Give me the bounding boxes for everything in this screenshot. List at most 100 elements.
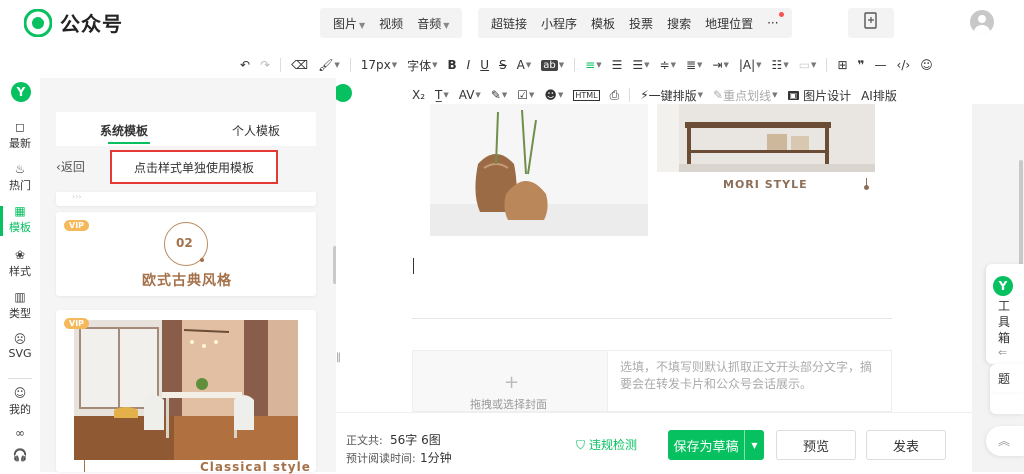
sub-tab-underline bbox=[108, 142, 150, 144]
rail-item-more[interactable]: ∞ bbox=[0, 426, 40, 441]
preview-button[interactable]: 预览 bbox=[776, 430, 856, 460]
y-logo-icon[interactable]: Y bbox=[11, 82, 31, 102]
underline-icon[interactable]: U bbox=[480, 58, 489, 72]
html-icon[interactable]: HTML bbox=[573, 89, 600, 101]
flame-icon: ♨ bbox=[14, 162, 26, 176]
headset-icon: 🎧 bbox=[12, 448, 28, 462]
hr-icon[interactable]: — bbox=[875, 58, 887, 72]
rail-item-mine[interactable]: ☺ 我的 bbox=[0, 386, 40, 417]
eraser-icon[interactable]: ⌫ bbox=[291, 58, 308, 72]
toolbar-divider bbox=[826, 58, 828, 72]
template-card-partial[interactable]: ››› bbox=[56, 192, 316, 206]
avatar[interactable] bbox=[970, 10, 994, 34]
insert-audio-menu[interactable]: 音频 ▼ bbox=[410, 15, 456, 32]
font-color-icon[interactable]: A ▼ bbox=[517, 58, 532, 72]
ai-layout-button[interactable]: AI排版 bbox=[861, 87, 897, 104]
comment-icon: ◻ bbox=[15, 120, 25, 134]
side-button-extra[interactable] bbox=[990, 394, 1024, 414]
font-family-select[interactable]: 字体 ▼ bbox=[407, 57, 437, 74]
rail-item-support[interactable]: 🎧 bbox=[0, 448, 40, 463]
arrow-left-icon[interactable]: ⇐ bbox=[998, 346, 1007, 359]
rail-item-templates[interactable]: ▦ 模板 bbox=[0, 204, 40, 235]
list-icon[interactable]: ☷ ▼ bbox=[772, 58, 789, 72]
chevron-double-up-icon: ︽ bbox=[998, 434, 1011, 448]
template-icon: ▦ bbox=[14, 204, 26, 218]
card-mark: ››› bbox=[72, 192, 82, 201]
one-click-layout-button[interactable]: ⚡ 一键排版 ▼ bbox=[640, 87, 703, 104]
letter-spacing-icon[interactable]: |A| ▼ bbox=[739, 58, 762, 72]
image-icon: ▣ bbox=[787, 90, 800, 100]
line-height-icon[interactable]: ≑ ▼ bbox=[660, 58, 676, 72]
rail-item-latest[interactable]: ◻ 最新 bbox=[0, 120, 40, 151]
justify-icon[interactable]: ☰ ▼ bbox=[632, 58, 649, 72]
indent-more-icon[interactable]: ⇥ ▼ bbox=[712, 58, 728, 72]
rail-item-styles[interactable]: ❀ 样式 bbox=[0, 248, 40, 279]
font-size-select[interactable]: 17px ▼ bbox=[361, 58, 397, 72]
insert-search-button[interactable]: 搜索 bbox=[660, 15, 698, 32]
image-design-button[interactable]: ▣ 图片设计 bbox=[787, 87, 851, 104]
vip-badge: VIP bbox=[64, 220, 90, 231]
chevron-down-icon[interactable]: ▼ bbox=[744, 430, 764, 460]
summary-input[interactable]: 选填，不填写则默认抓取正文开头部分文字，摘要会在转发卡片和公众号会话展示。 bbox=[608, 350, 892, 412]
topic-button[interactable]: 题 bbox=[990, 364, 1024, 394]
more-icon: ∞ bbox=[15, 426, 25, 440]
violation-check-button[interactable]: ⛉ 违规检测 bbox=[576, 436, 637, 453]
word-count-label: 正文共: bbox=[346, 434, 383, 447]
undo-icon[interactable]: ↶ bbox=[240, 58, 250, 72]
insert-vote-button[interactable]: 投票 bbox=[622, 15, 660, 32]
checkbox-icon[interactable]: ☑ ▼ bbox=[517, 88, 534, 102]
more-menu-button[interactable]: ··· bbox=[760, 12, 785, 30]
bold-icon[interactable]: B bbox=[448, 58, 457, 72]
code-icon[interactable]: ‹/› bbox=[897, 58, 911, 72]
text-shadow-icon[interactable]: T̲ ▼ bbox=[435, 88, 449, 102]
italic-icon[interactable]: I bbox=[467, 58, 471, 72]
briefcase-icon[interactable]: ⎙ bbox=[610, 88, 620, 103]
columns-icon[interactable]: ▭ ▼ bbox=[799, 58, 817, 72]
template-card-classical[interactable]: VIP Classical style bbox=[56, 310, 316, 474]
bg-color-icon[interactable]: ab ▼ bbox=[541, 59, 564, 71]
magic-wand-icon[interactable]: ✎ ▼ bbox=[491, 88, 507, 102]
insert-template-button[interactable]: 模板 bbox=[584, 15, 622, 32]
publish-button[interactable]: 发表 bbox=[866, 430, 946, 460]
tab-system-templates[interactable]: 系统模板 bbox=[100, 122, 148, 139]
export-button[interactable] bbox=[848, 8, 894, 38]
text-cursor bbox=[413, 258, 414, 274]
insert-link-button[interactable]: 超链接 bbox=[484, 15, 534, 32]
notification-dot bbox=[778, 12, 784, 17]
strikethrough-icon[interactable]: S bbox=[499, 58, 507, 72]
sticker-icon[interactable]: ☻ ▼ bbox=[544, 88, 563, 102]
highlight-line-button[interactable]: ✎ 重点划线 ▼ bbox=[713, 87, 777, 104]
insert-media-group: 图片 ▼ 视频 音频 ▼ bbox=[320, 8, 463, 38]
back-link[interactable]: ‹返回 bbox=[56, 158, 85, 175]
rail-item-svg[interactable]: ☹ SVG bbox=[0, 332, 40, 360]
format-painter-icon[interactable]: 🖌 ▼ bbox=[318, 58, 340, 72]
redo-icon[interactable]: ↷ bbox=[260, 58, 270, 72]
table-icon[interactable]: ⊞ bbox=[837, 58, 847, 72]
mori-dot-end bbox=[864, 185, 869, 190]
resize-grip-icon[interactable]: ‖ bbox=[336, 352, 341, 363]
insert-location-button[interactable]: 地理位置 bbox=[698, 15, 760, 32]
insert-image-menu[interactable]: 图片 ▼ bbox=[326, 15, 372, 32]
vase-photo bbox=[430, 104, 648, 236]
paragraph-spacing-icon[interactable]: ≣ ▼ bbox=[686, 58, 702, 72]
scroll-top-button[interactable]: ︽ bbox=[986, 426, 1024, 456]
rail-item-types[interactable]: ▥ 类型 bbox=[0, 290, 40, 321]
insert-video-button[interactable]: 视频 bbox=[372, 15, 410, 32]
svg-icon: ☹ bbox=[13, 332, 27, 346]
toolbar-divider bbox=[574, 58, 576, 72]
app-logo[interactable]: 公众号 bbox=[23, 8, 123, 37]
subscript-icon[interactable]: X₂ bbox=[412, 88, 425, 102]
user-icon: ☺ bbox=[13, 386, 27, 400]
kerning-icon[interactable]: AV ▼ bbox=[459, 88, 481, 102]
export-doc-icon bbox=[863, 12, 879, 34]
card-title: 欧式古典风格 bbox=[142, 273, 232, 289]
insert-miniprogram-button[interactable]: 小程序 bbox=[534, 15, 584, 32]
emoji-icon[interactable]: ☺ bbox=[920, 58, 933, 72]
align-left-icon[interactable]: ≡ ▼ bbox=[585, 58, 601, 72]
save-draft-button[interactable]: 保存为草稿 ▼ bbox=[668, 430, 764, 460]
template-card-european[interactable]: VIP 02 欧式古典风格 bbox=[56, 212, 316, 296]
tab-personal-templates[interactable]: 个人模板 bbox=[232, 122, 280, 139]
indent-icon[interactable]: ☰ bbox=[612, 58, 623, 72]
quote-icon[interactable]: ❞ bbox=[858, 58, 865, 72]
rail-item-hot[interactable]: ♨ 热门 bbox=[0, 162, 40, 193]
